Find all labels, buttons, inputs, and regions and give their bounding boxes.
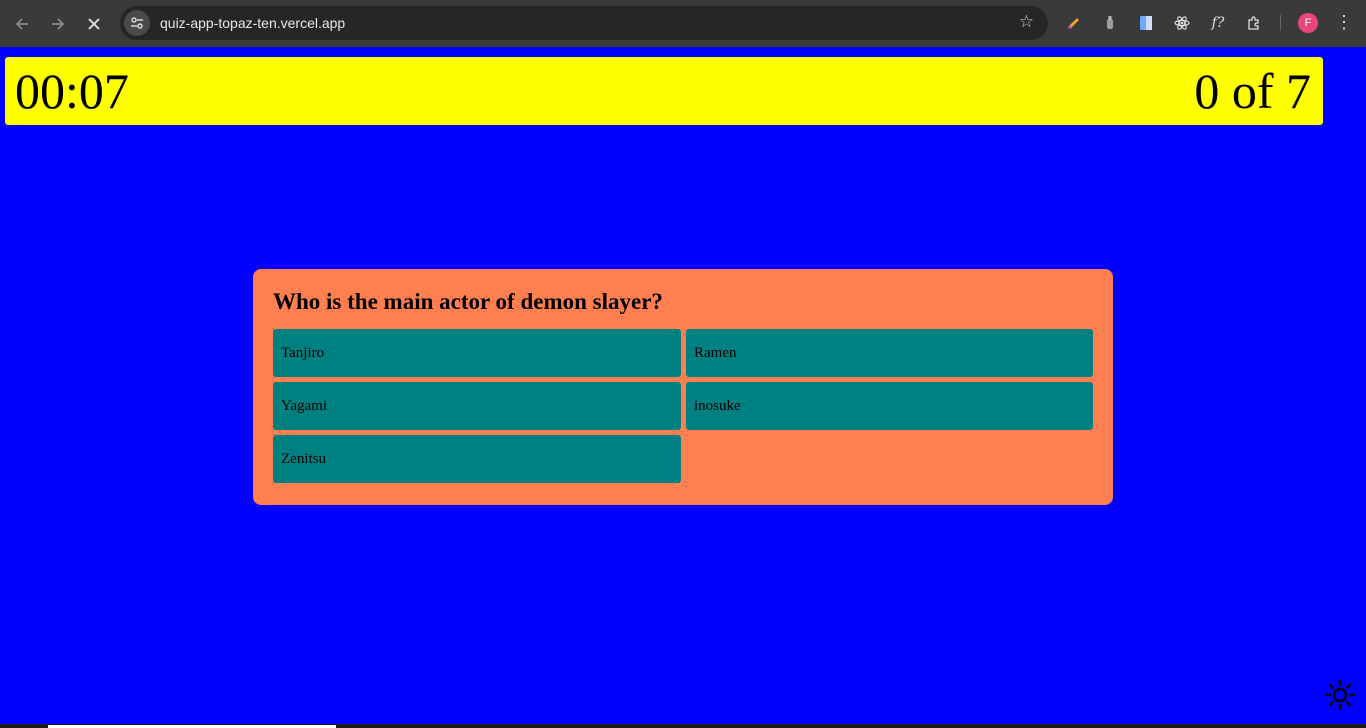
address-bar[interactable]: quiz-app-topaz-ten.vercel.app ☆ (120, 6, 1048, 40)
profile-avatar[interactable]: F (1298, 13, 1318, 33)
answer-button[interactable]: Yagami (273, 382, 681, 430)
function-extension-icon[interactable]: f? (1206, 11, 1230, 35)
quiz-header: 00:07 0 of 7 (5, 57, 1323, 125)
answer-button[interactable]: Tanjiro (273, 329, 681, 377)
pen-extension-icon[interactable] (1062, 11, 1086, 35)
extensions-puzzle-icon[interactable] (1242, 11, 1266, 35)
url-text[interactable]: quiz-app-topaz-ten.vercel.app (160, 15, 345, 31)
browser-toolbar: quiz-app-topaz-ten.vercel.app ☆ f? F ⋮ (0, 0, 1366, 47)
back-icon[interactable] (4, 6, 40, 42)
question-text: Who is the main actor of demon slayer? (273, 289, 663, 314)
bookmark-star-icon[interactable]: ☆ (1019, 12, 1034, 32)
site-settings-icon[interactable] (124, 10, 150, 36)
react-devtools-icon[interactable] (1170, 11, 1194, 35)
toolbar-divider (1280, 15, 1281, 31)
docs-extension-icon[interactable] (1134, 11, 1158, 35)
timer: 00:07 (15, 63, 129, 119)
ink-extension-icon[interactable] (1098, 11, 1122, 35)
stop-loading-icon[interactable] (76, 6, 112, 42)
chrome-menu-icon[interactable]: ⋮ (1335, 12, 1353, 33)
question-progress: 0 of 7 (1194, 63, 1311, 119)
forward-icon[interactable] (40, 6, 76, 42)
quiz-card: Who is the main actor of demon slayer? T… (253, 269, 1113, 505)
sun-icon[interactable] (1324, 679, 1356, 711)
answer-button[interactable]: Zenitsu (273, 435, 681, 483)
answer-list: Tanjiro Ramen Yagami inosuke Zenitsu (273, 329, 1093, 483)
taskbar-edge (0, 724, 1366, 728)
answer-button[interactable]: Ramen (686, 329, 1093, 377)
answer-button[interactable]: inosuke (686, 382, 1093, 430)
